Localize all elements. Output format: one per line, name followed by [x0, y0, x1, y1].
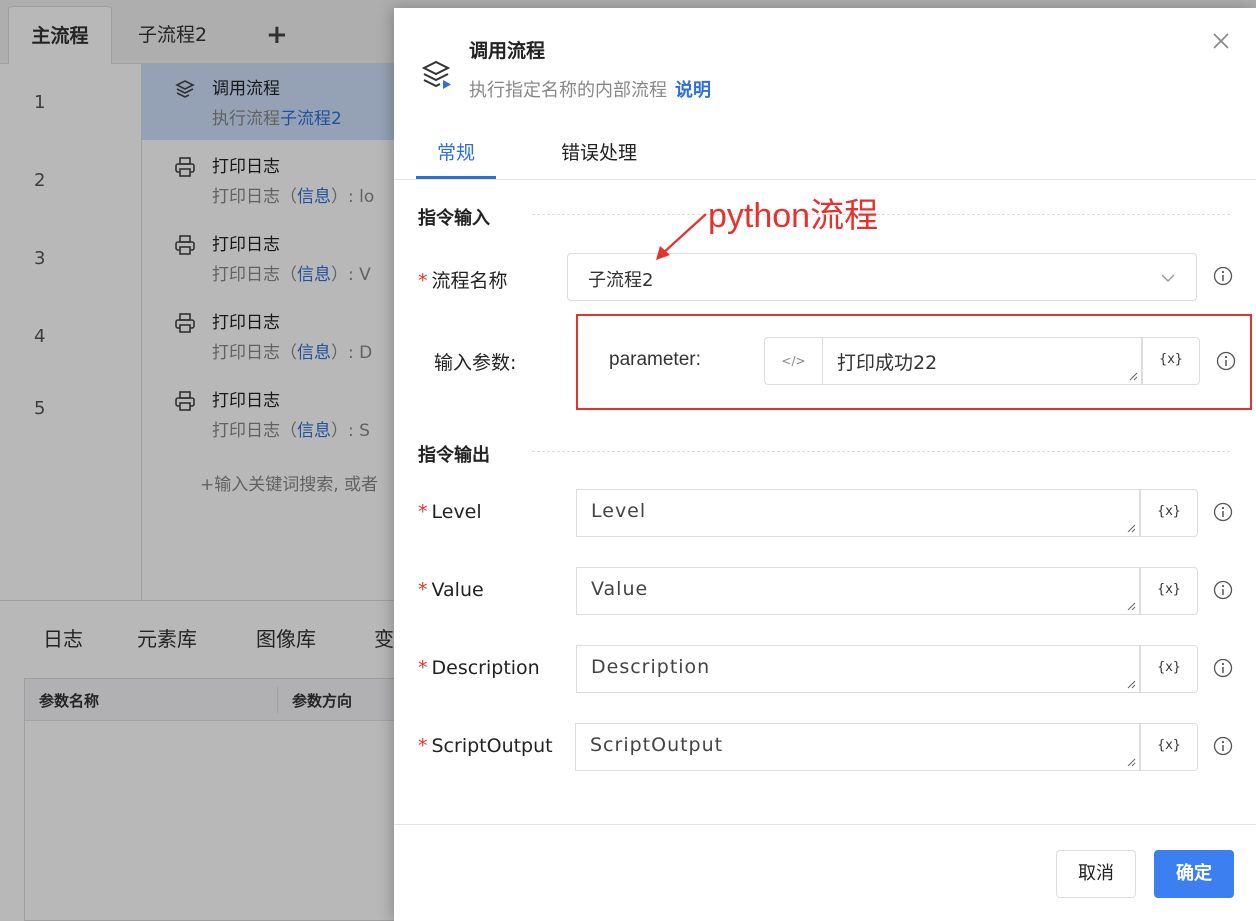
close-icon[interactable]: [1208, 28, 1234, 54]
process-name-value: 子流程2: [588, 270, 654, 291]
resize-handle-icon[interactable]: [1127, 758, 1136, 767]
insert-variable-button[interactable]: {x}: [1140, 723, 1198, 771]
insert-variable-button[interactable]: {x}: [1140, 645, 1198, 693]
dialog-tabs: 常规 错误处理: [394, 126, 1256, 180]
output-input-script-output[interactable]: ScriptOutput: [575, 723, 1140, 771]
tab-general[interactable]: 常规: [437, 138, 475, 165]
dialog-subtitle: 执行指定名称的内部流程 说明: [469, 80, 711, 101]
insert-variable-button[interactable]: {x}: [1140, 567, 1198, 615]
call-process-dialog: 调用流程 执行指定名称的内部流程 说明 常规 错误处理 指令输入 * 流程名称 子流…: [394, 8, 1256, 921]
resize-handle-icon[interactable]: [1127, 602, 1136, 611]
info-icon[interactable]: [1213, 266, 1233, 286]
section-title-output: 指令输出: [418, 445, 490, 466]
confirm-button[interactable]: 确定: [1154, 850, 1234, 898]
input-params-label: 输入参数:: [434, 352, 517, 374]
annotation-highlight-box: [576, 314, 1252, 410]
output-input-level[interactable]: Level: [576, 489, 1140, 537]
tab-error-handling[interactable]: 错误处理: [561, 138, 637, 165]
cancel-button[interactable]: 取消: [1056, 850, 1136, 898]
output-input-value[interactable]: Value: [576, 567, 1140, 615]
output-label-script-output: * ScriptOutput: [418, 735, 553, 757]
info-icon[interactable]: [1213, 658, 1233, 678]
dialog-footer: 取消 确定: [394, 824, 1256, 921]
info-icon[interactable]: [1213, 736, 1233, 756]
output-label-description: * Description: [418, 657, 540, 679]
output-input-description[interactable]: Description: [576, 645, 1140, 693]
section-divider: [532, 451, 1230, 452]
info-icon[interactable]: [1213, 580, 1233, 600]
output-label-level: * Level: [418, 501, 482, 523]
layers-play-icon: [421, 60, 451, 89]
section-divider: [532, 214, 1230, 215]
annotation-label: python流程: [708, 197, 879, 235]
dialog-title: 调用流程: [469, 40, 546, 62]
resize-handle-icon[interactable]: [1127, 524, 1136, 533]
section-title-input: 指令输入: [418, 208, 490, 229]
resize-handle-icon[interactable]: [1127, 680, 1136, 689]
info-icon[interactable]: [1213, 502, 1233, 522]
help-link[interactable]: 说明: [675, 80, 711, 101]
chevron-down-icon: [1161, 274, 1175, 282]
insert-variable-button[interactable]: {x}: [1140, 489, 1198, 537]
annotation-arrow-icon: [656, 213, 707, 260]
process-name-label: * 流程名称: [418, 270, 508, 292]
active-tab-indicator: [416, 176, 496, 179]
output-label-value: * Value: [418, 579, 484, 601]
